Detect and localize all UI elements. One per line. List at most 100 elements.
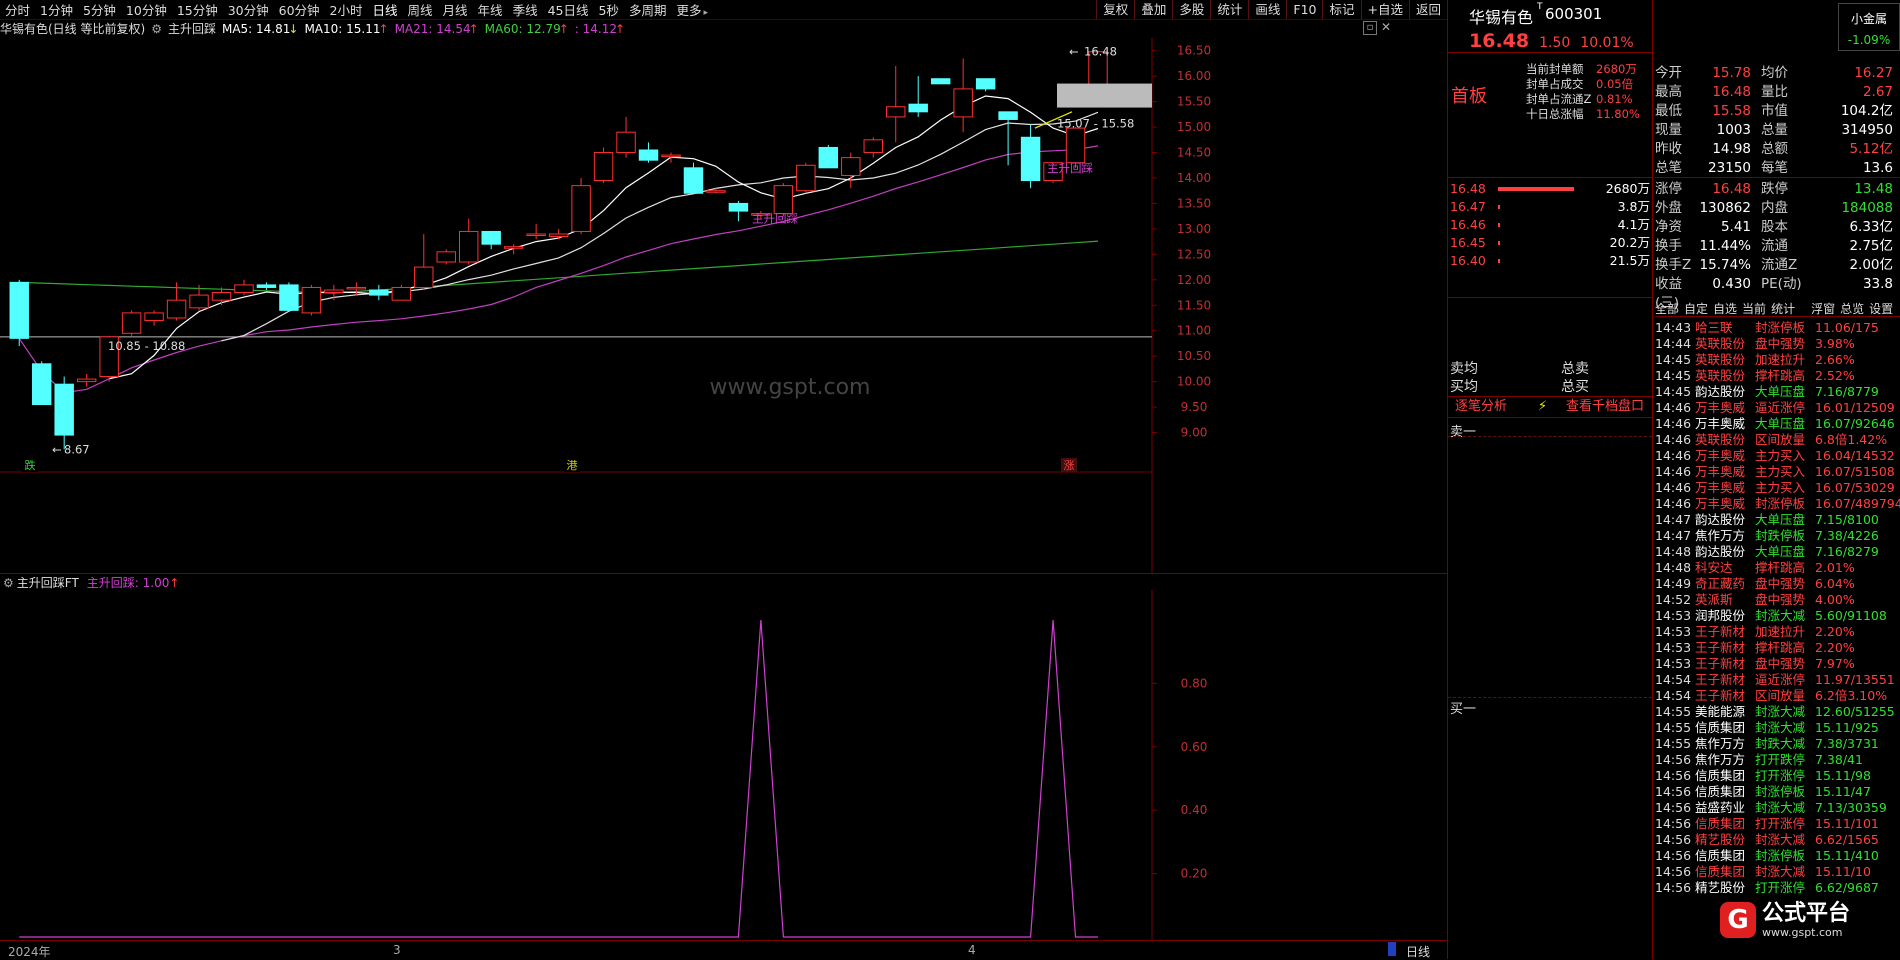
candle[interactable] (975, 78, 996, 92)
tape-tab[interactable]: 全部 (1655, 300, 1679, 316)
candle[interactable] (144, 310, 164, 326)
period-tab[interactable]: 30分钟 (223, 0, 274, 19)
period-tab[interactable]: 年线 (473, 0, 508, 19)
indicator-chart[interactable]: 0.80 0.60 0.40 0.20 (0, 590, 1447, 940)
tape-row[interactable]: 14:55 信质集团 封涨大减 15.11/925 (1655, 720, 1900, 736)
toolbar-button[interactable]: 画线 (1248, 0, 1286, 19)
tape-row[interactable]: 14:47 韵达股份 大单压盘 7.15/8100 (1655, 512, 1900, 528)
tape-row[interactable]: 14:56 信质集团 封涨停板 15.11/47 (1655, 784, 1900, 800)
tape-tab[interactable]: 自选 (1713, 300, 1737, 316)
candle[interactable] (481, 230, 501, 250)
book-row[interactable]: 16.45 20.2万 (1448, 234, 1652, 252)
tape-row[interactable]: 14:55 焦作万方 封跌大减 7.38/3731 (1655, 736, 1900, 752)
period-tab[interactable]: 60分钟 (274, 0, 325, 19)
tape-tab[interactable]: 浮窗 (1811, 300, 1835, 316)
candle[interactable] (436, 249, 456, 265)
period-tab[interactable]: 季线 (508, 0, 543, 19)
candle[interactable] (54, 376, 74, 450)
candle[interactable] (256, 282, 277, 290)
toolbar-button[interactable]: 多股 (1172, 0, 1210, 19)
sub-chart-title[interactable]: 主升回踩FT (17, 574, 79, 591)
toolbar-button[interactable]: +自选 (1360, 0, 1409, 19)
book-row[interactable]: 16.48 2680万 (1448, 180, 1652, 198)
tape-row[interactable]: 14:43 哈三联 封涨停板 11.06/175 (1655, 320, 1900, 336)
candle[interactable] (571, 178, 591, 234)
candle[interactable] (638, 142, 659, 163)
tape-row[interactable]: 14:56 精艺股份 打开涨停 6.62/9687 (1655, 880, 1900, 896)
candle[interactable] (863, 137, 883, 158)
candle[interactable] (526, 223, 546, 240)
tape-row[interactable]: 14:47 焦作万方 封跌停板 7.38/4226 (1655, 528, 1900, 544)
candle[interactable] (279, 282, 299, 311)
sector-tag[interactable]: 小金属 -1.09% (1838, 3, 1900, 51)
period-tab[interactable]: 10分钟 (121, 0, 172, 19)
thousand-depth-button[interactable]: 查看千档盘口 (1566, 397, 1644, 417)
toolbar-button[interactable]: F10 (1286, 0, 1322, 19)
tape-row[interactable]: 14:53 润邦股份 封涨大减 5.60/91108 (1655, 608, 1900, 624)
candle[interactable] (391, 284, 412, 301)
candle[interactable] (548, 228, 569, 240)
tape-row[interactable]: 14:46 万丰奥威 主力买入 16.07/51508 (1655, 464, 1900, 480)
period-status[interactable]: 日线 (1406, 943, 1430, 960)
candle[interactable] (76, 374, 97, 387)
gear-icon[interactable]: ⚙ (151, 22, 162, 36)
tape-row[interactable]: 14:53 王子新材 盘中强势 7.97% (1655, 656, 1900, 672)
period-tab[interactable]: 2小时 (325, 0, 368, 19)
period-tab[interactable]: 更多 ▸ (671, 0, 713, 19)
candle[interactable] (683, 162, 704, 194)
tape-row[interactable]: 14:46 万丰奥威 主力买入 16.04/14532 (1655, 448, 1900, 464)
tape-row[interactable]: 14:48 科安达 撑杆跳高 2.01% (1655, 560, 1900, 576)
tape-row[interactable]: 14:56 信质集团 打开涨停 15.11/101 (1655, 816, 1900, 832)
period-tab[interactable]: 45日线 (543, 0, 594, 19)
tape-row[interactable]: 14:46 万丰奥威 大单压盘 16.07/92646 (1655, 416, 1900, 432)
tape-row[interactable]: 14:54 王子新材 逼近涨停 11.97/13551 (1655, 672, 1900, 688)
candle[interactable] (706, 188, 726, 194)
tape-row[interactable]: 14:45 英联股份 撑杆跳高 2.52% (1655, 368, 1900, 384)
period-tab[interactable]: 日线 (368, 0, 403, 19)
tape-row[interactable]: 14:44 英联股份 盘中强势 3.98% (1655, 336, 1900, 352)
tape-row[interactable]: 14:53 王子新材 撑杆跳高 2.20% (1655, 640, 1900, 656)
gear-icon[interactable]: ⚙ (3, 576, 14, 590)
tape-tab[interactable]: 总览 (1840, 300, 1864, 316)
tape-row[interactable]: 14:56 信质集团 打开涨停 15.11/98 (1655, 768, 1900, 784)
tape-row[interactable]: 14:45 韵达股份 大单压盘 7.16/8779 (1655, 384, 1900, 400)
tape-row[interactable]: 14:48 韵达股份 大单压盘 7.16/8279 (1655, 544, 1900, 560)
toolbar-button[interactable]: 叠加 (1134, 0, 1172, 19)
book-row[interactable]: 16.47 3.8万 (1448, 198, 1652, 216)
candle[interactable] (414, 234, 434, 290)
candle[interactable] (301, 284, 322, 316)
tape-row[interactable]: 14:46 英联股份 区间放量 6.8倍1.42% (1655, 432, 1900, 448)
detail-analysis-button[interactable]: 逐笔分析 (1455, 397, 1507, 417)
tape-row[interactable]: 14:52 英派斯 盘中强势 4.00% (1655, 592, 1900, 608)
candle[interactable] (121, 310, 142, 336)
tape-row[interactable]: 14:56 焦作万方 打开跌停 7.38/41 (1655, 752, 1900, 768)
period-tab[interactable]: 5分钟 (78, 0, 121, 19)
period-tab[interactable]: 15分钟 (172, 0, 223, 19)
candle[interactable] (841, 152, 861, 189)
zoom-icon[interactable]: ▫ (1363, 21, 1377, 35)
candle[interactable] (818, 144, 839, 169)
tape-row[interactable]: 14:56 信质集团 封涨停板 15.11/410 (1655, 848, 1900, 864)
tape-row[interactable]: 14:55 美能能源 封涨大减 12.60/51255 (1655, 704, 1900, 720)
candle[interactable] (998, 111, 1018, 166)
toolbar-button[interactable]: 复权 (1096, 0, 1134, 19)
scrollbar-thumb[interactable] (1388, 942, 1396, 956)
toolbar-button[interactable]: 标记 (1322, 0, 1360, 19)
tape-tab[interactable]: 当前 (1742, 300, 1766, 316)
formula-name[interactable]: 主升回踩 (168, 20, 216, 37)
tape-row[interactable]: 14:46 万丰奥威 逼近涨停 16.01/12509 (1655, 400, 1900, 416)
candle[interactable] (459, 218, 479, 265)
candle[interactable] (31, 361, 52, 406)
candlestick-chart[interactable]: 16.50 16.00 15.50 15.00 14.50 14.00 13.50 13.00… (0, 38, 1447, 573)
candle[interactable] (616, 116, 636, 158)
tape-row[interactable]: 14:49 奇正藏药 盘中强势 6.04% (1655, 576, 1900, 592)
period-tab[interactable]: 多周期 (624, 0, 672, 19)
tape-row[interactable]: 14:53 王子新材 加速拉升 2.20% (1655, 624, 1900, 640)
candle[interactable] (1020, 124, 1041, 189)
tape-tab[interactable]: 自定 (1684, 300, 1708, 316)
period-tab[interactable]: 周线 (403, 0, 438, 19)
toolbar-button[interactable]: 返回 (1408, 0, 1447, 19)
tape-row[interactable]: 14:56 精艺股份 封涨大减 6.62/1565 (1655, 832, 1900, 848)
candle[interactable] (593, 147, 614, 184)
candle[interactable] (324, 284, 344, 301)
